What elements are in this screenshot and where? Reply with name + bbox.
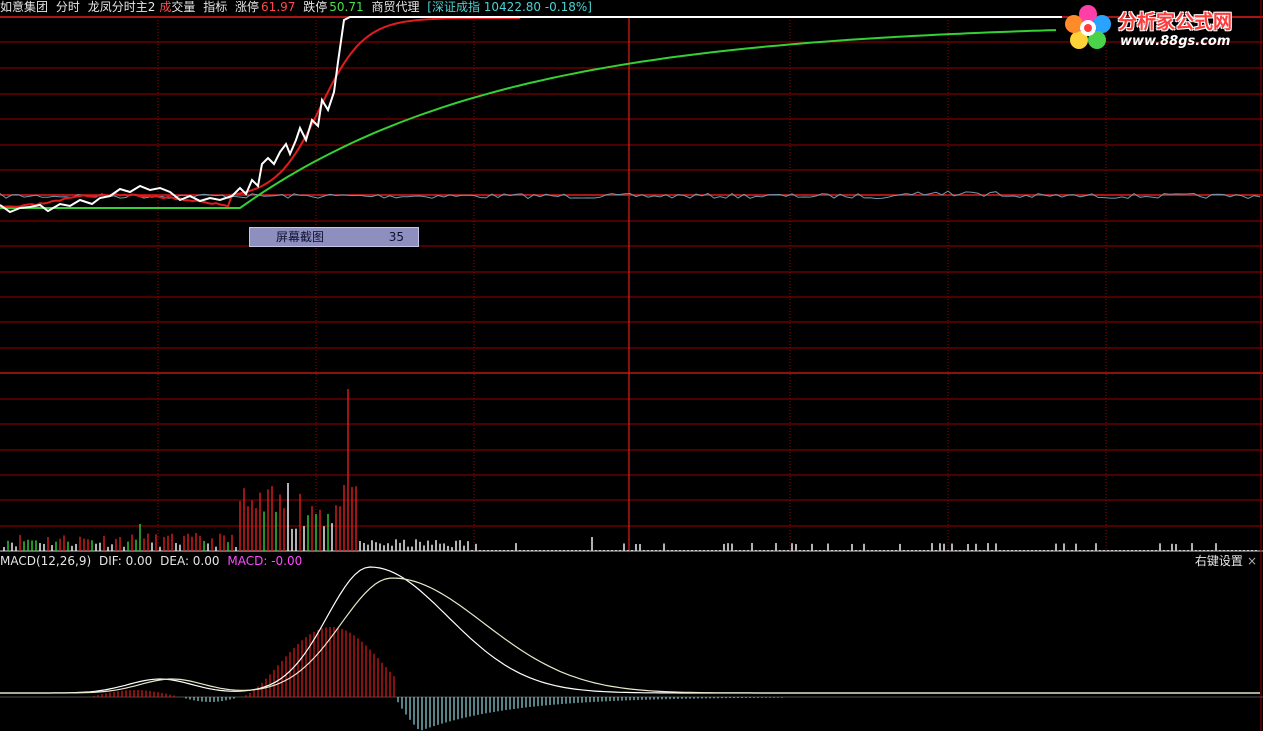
limit-up-label: 涨停 [235, 0, 260, 14]
volume-bars [3, 389, 1257, 551]
screenshot-popup[interactable]: 屏幕截图 35 [249, 227, 419, 247]
macd-dif-line [0, 566, 1260, 694]
info-bar: 如意集团 分时 龙凤分时主2 成交量 指标 涨停 61.97 跌停 50.71 商贸代… [0, 0, 596, 15]
volume-label[interactable]: 交量 [171, 0, 195, 14]
site-logo: 分析家公式网 www.88gs.com [1062, 3, 1260, 53]
macd-value: MACD: -0.00 [227, 554, 303, 568]
chart-grid [0, 0, 1263, 731]
index-info[interactable]: [深证成指 10422.80 -0.18%] [427, 0, 592, 14]
macd-dea-line [0, 577, 1260, 694]
volume-label-prefix: 成 [159, 0, 172, 14]
right-click-settings-label[interactable]: 右键设置 [1195, 554, 1243, 568]
sector-label[interactable]: 商贸代理 [371, 0, 419, 14]
popup-value: 35 [388, 230, 404, 244]
logo-brand-text: 分析家公式网 [1118, 11, 1233, 33]
close-icon[interactable]: × [1247, 554, 1257, 568]
price-line [0, 16, 1062, 214]
right-click-settings[interactable]: 右键设置 × [1195, 554, 1257, 568]
macd-dif: DIF: 0.00 [98, 554, 153, 568]
limit-down-label: 跌停 [303, 0, 328, 14]
mode-label[interactable]: 分时 [56, 0, 80, 14]
macd-panel [0, 566, 1263, 731]
macd-info-bar: MACD(12,26,9) DIF: 0.00 DEA: 0.00 MACD: … [0, 554, 306, 568]
macd-name[interactable]: MACD(12,26,9) [0, 554, 91, 568]
macd-dea: DEA: 0.00 [160, 554, 220, 568]
indicator-label[interactable]: 指标 [203, 0, 227, 14]
logo-site-text: www.88gs.com [1120, 34, 1231, 49]
stock-name[interactable]: 如意集团 [0, 0, 48, 14]
flower-logo-icon [1065, 5, 1111, 49]
popup-label: 屏幕截图 [276, 230, 325, 244]
limit-down-value: 50.71 [329, 0, 364, 14]
indicator-name[interactable]: 龙凤分时主2 [88, 0, 156, 14]
price-series [0, 16, 1062, 214]
limit-up-value: 61.97 [261, 0, 296, 14]
intraday-chart[interactable] [0, 0, 1263, 731]
